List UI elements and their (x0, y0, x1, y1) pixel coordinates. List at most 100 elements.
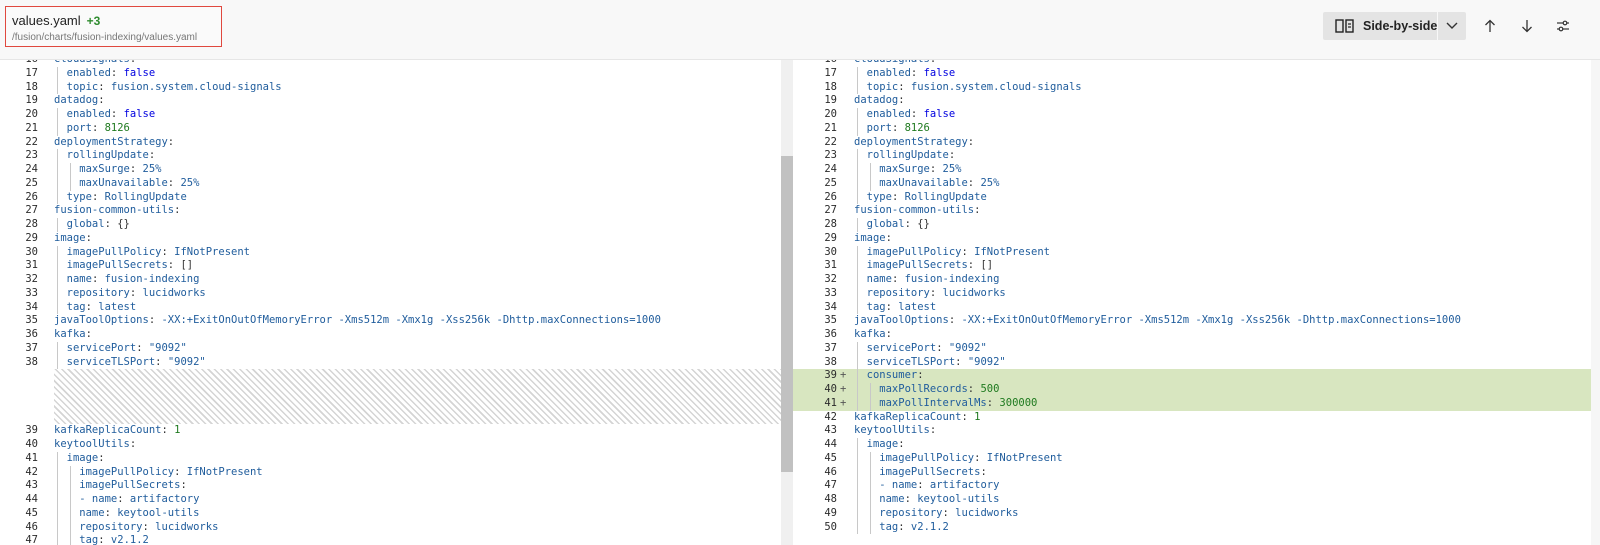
code-text: name: fusion-indexing (854, 273, 1000, 287)
added-code-line[interactable]: 41 + maxPollIntervalMs: 300000 (793, 396, 1600, 411)
code-text: rollingUpdate: (854, 149, 956, 163)
code-line[interactable]: 38 serviceTLSPort: "9092" (793, 355, 1600, 370)
code-token: : (161, 424, 175, 437)
code-line[interactable]: 41 image: (0, 451, 781, 466)
code-token: name (854, 493, 905, 505)
code-token: consumer (854, 369, 918, 382)
next-change-button[interactable] (1515, 14, 1539, 38)
code-line[interactable]: 33 repository: lucidworks (0, 286, 781, 301)
right-pane-scrollbar[interactable] (1591, 60, 1600, 545)
code-line[interactable]: 29 image: (793, 232, 1600, 246)
modified-code-lines: 16cloudSignals:17 enabled: false18 topic… (793, 60, 1600, 535)
added-code-line[interactable]: 39 + consumer: (793, 369, 1600, 383)
code-line[interactable]: 49 repository: lucidworks (793, 506, 1600, 521)
code-line[interactable]: 24 maxSurge: 25% (0, 163, 781, 177)
code-line[interactable]: 31 imagePullSecrets: [] (793, 259, 1600, 273)
code-line[interactable]: 22 deploymentStrategy: (793, 136, 1600, 150)
code-text: image: (854, 232, 892, 246)
code-line[interactable]: 29 image: (0, 232, 781, 246)
code-token: : (117, 493, 130, 505)
code-line[interactable]: 39 kafkaReplicaCount: 1 (0, 424, 781, 438)
code-line[interactable]: 46 imagePullSecrets: (793, 465, 1600, 480)
indent-guide (57, 176, 58, 191)
code-line[interactable]: 36 kafka: (793, 328, 1600, 342)
code-line[interactable]: 46 repository: lucidworks (0, 520, 781, 535)
code-line[interactable]: 20 enabled: false (793, 108, 1600, 122)
scroll-thumb[interactable] (781, 156, 793, 472)
code-line[interactable]: 44 - name: artifactory (0, 493, 781, 507)
code-token: : (174, 465, 187, 478)
code-line[interactable]: 20 enabled: false (0, 108, 781, 122)
code-line[interactable]: 26 type: RollingUpdate (793, 190, 1600, 205)
code-line[interactable]: 44 image: (793, 438, 1600, 452)
code-line[interactable]: 37 servicePort: "9092" (793, 341, 1600, 356)
code-line[interactable]: 32 name: fusion-indexing (793, 273, 1600, 287)
line-number: 33 (25, 286, 38, 299)
code-token: false (123, 66, 156, 79)
code-line[interactable]: 31 imagePullSecrets: [] (0, 259, 781, 273)
code-token: -XX:+ExitOnOutOfMemoryError -Xms512m -Xm… (961, 314, 1461, 327)
code-line[interactable]: 32 name: fusion-indexing (0, 273, 781, 287)
code-line[interactable]: 24 maxSurge: 25% (793, 163, 1600, 177)
code-line[interactable]: 28 global: {} (0, 218, 781, 232)
diff-options-button[interactable] (1553, 14, 1573, 38)
code-line[interactable]: 40 keytoolUtils: (0, 438, 781, 452)
code-line[interactable]: 23 rollingUpdate: (793, 149, 1600, 163)
code-line[interactable]: 47 tag: v2.1.2 (0, 534, 781, 545)
code-line[interactable]: 21 port: 8126 (0, 121, 781, 136)
code-line[interactable]: 43 keytoolUtils: (793, 424, 1600, 438)
code-line[interactable]: 17 enabled: false (793, 66, 1600, 81)
view-mode-selector[interactable]: Side-by-side (1323, 12, 1466, 40)
code-line[interactable]: 35 javaToolOptions: -XX:+ExitOnOutOfMemor… (0, 314, 781, 328)
view-mode-dropdown[interactable] (1438, 12, 1466, 40)
code-line[interactable]: 23 rollingUpdate: (0, 149, 781, 163)
code-line[interactable]: 21 port: 8126 (793, 121, 1600, 136)
code-line[interactable]: 18 topic: fusion.system.cloud-signals (0, 80, 781, 95)
code-line[interactable]: 33 repository: lucidworks (793, 286, 1600, 301)
code-token: : (904, 218, 918, 230)
code-line[interactable]: 45 name: keytool-utils (0, 506, 781, 521)
code-text: type: RollingUpdate (54, 191, 187, 205)
added-code-line[interactable]: 40 + maxPollRecords: 500 (793, 383, 1600, 397)
code-line[interactable]: 42 kafkaReplicaCount: 1 (793, 411, 1600, 425)
code-line[interactable]: 30 imagePullPolicy: IfNotPresent (0, 245, 781, 260)
code-line[interactable]: 25 maxUnavailable: 25% (793, 176, 1600, 191)
code-line[interactable]: 37 servicePort: "9092" (0, 341, 781, 356)
code-line[interactable]: 22 deploymentStrategy: (0, 136, 781, 150)
line-number: 40 (824, 383, 837, 395)
code-line[interactable]: 50 tag: v2.1.2 (793, 520, 1600, 535)
file-name[interactable]: values.yaml +3 (12, 13, 100, 28)
code-line[interactable]: 17 enabled: false (0, 66, 781, 81)
code-line[interactable]: 27 fusion-common-utils: (793, 204, 1600, 218)
code-line[interactable]: 34 tag: latest (0, 300, 781, 315)
original-file-pane[interactable]: 16cloudSignals:17 enabled: false18 topic… (0, 60, 781, 545)
indent-guide (869, 163, 871, 177)
code-line[interactable]: 16 cloudSignals: (793, 60, 1600, 67)
code-line[interactable]: 48 name: keytool-utils (793, 493, 1600, 507)
line-number: 38 (824, 355, 837, 368)
code-line[interactable]: 19 datadog: (793, 94, 1600, 108)
modified-file-pane[interactable]: 16cloudSignals:17 enabled: false18 topic… (793, 60, 1600, 545)
code-token: enabled (54, 108, 111, 120)
code-line[interactable]: 35 javaToolOptions: -XX:+ExitOnOutOfMemor… (793, 314, 1600, 328)
previous-change-button[interactable] (1478, 14, 1502, 38)
code-line[interactable]: 25 maxUnavailable: 25% (0, 176, 781, 191)
code-line[interactable]: 45 imagePullPolicy: IfNotPresent (793, 451, 1600, 466)
code-line[interactable]: 26 type: RollingUpdate (0, 190, 781, 205)
code-line[interactable]: 27 fusion-common-utils: (0, 204, 781, 218)
indent-guide (857, 396, 858, 411)
code-line[interactable]: 47 - name: artifactory (793, 479, 1600, 493)
code-line[interactable]: 38 serviceTLSPort: "9092" (0, 355, 781, 370)
code-line[interactable]: 19 datadog: (0, 94, 781, 108)
code-line[interactable]: 30 imagePullPolicy: IfNotPresent (793, 245, 1600, 260)
code-line[interactable]: 42 imagePullPolicy: IfNotPresent (0, 465, 781, 480)
code-line[interactable]: 28 global: {} (793, 218, 1600, 232)
pane-divider-scrollbar[interactable] (781, 60, 793, 545)
code-line[interactable]: 18 topic: fusion.system.cloud-signals (793, 80, 1600, 95)
code-line[interactable]: 36 kafka: (0, 328, 781, 342)
view-mode-button[interactable]: Side-by-side (1323, 12, 1437, 40)
code-line[interactable]: 16 cloudSignals: (0, 60, 781, 67)
file-header-highlight[interactable]: values.yaml +3 /fusion/charts/fusion-inde… (5, 6, 222, 47)
code-line[interactable]: 43 imagePullSecrets: (0, 479, 781, 493)
code-line[interactable]: 34 tag: latest (793, 300, 1600, 315)
